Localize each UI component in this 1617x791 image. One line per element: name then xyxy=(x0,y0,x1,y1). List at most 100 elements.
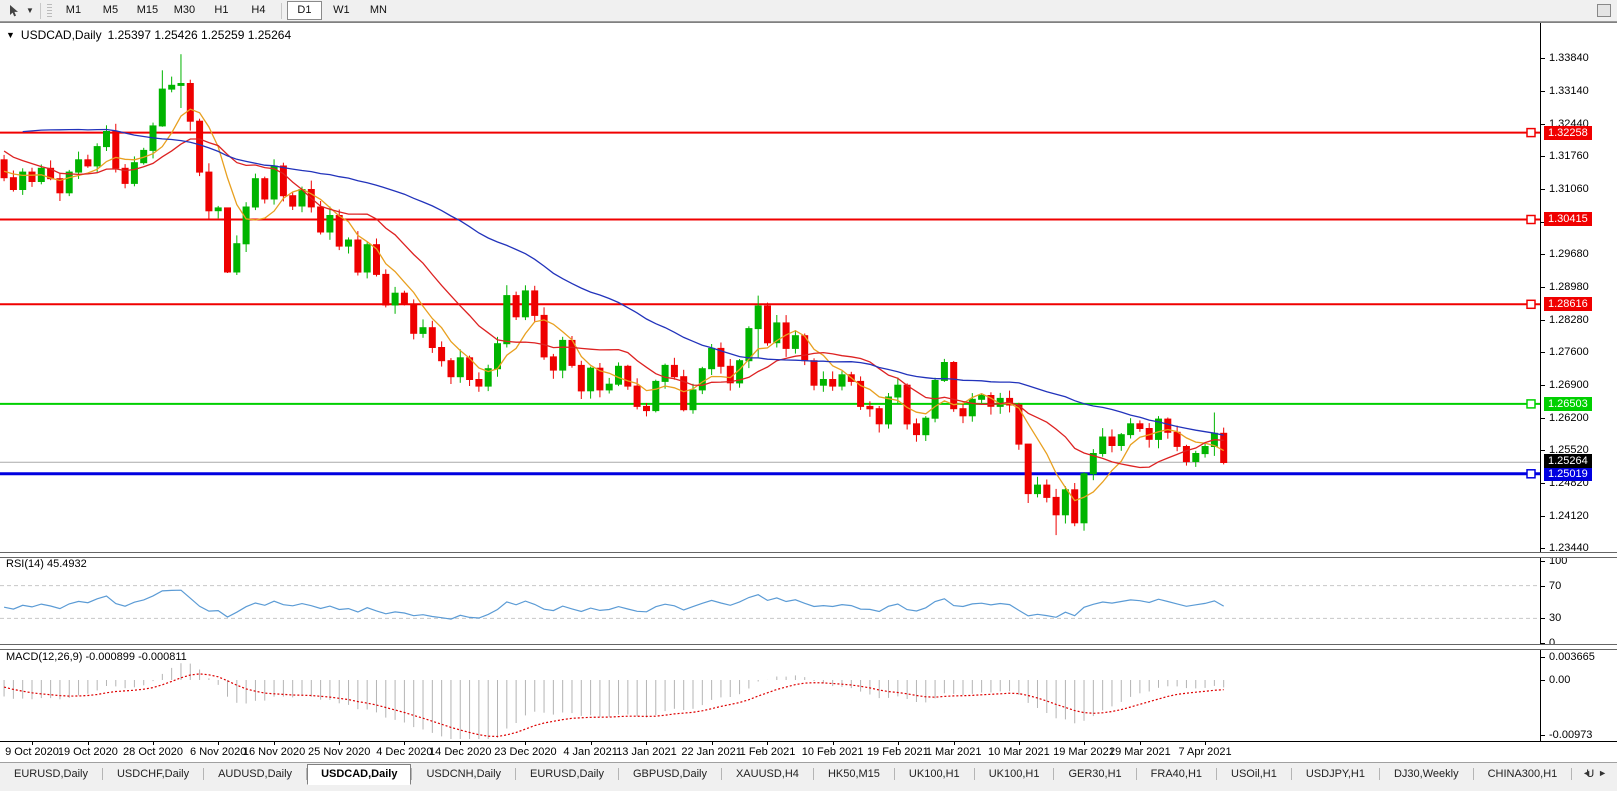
time-axis-tick xyxy=(460,742,462,745)
macd-panel-splitter[interactable] xyxy=(0,644,1617,650)
axis-tick-mark xyxy=(1541,680,1545,681)
axis-tick-mark xyxy=(1541,657,1545,659)
time-axis-tick xyxy=(153,742,155,745)
timeframe-buttons: M1 M5 M15 M30 H1 H4 D1 W1 MN xyxy=(55,1,397,20)
axis-tick-mark xyxy=(1541,254,1545,256)
chart-tab-uk100-h1[interactable]: UK100,H1 xyxy=(895,764,974,785)
cursor-tool-dropdown-icon[interactable]: ▼ xyxy=(26,6,34,15)
price-level-chip: 1.25264 xyxy=(1544,454,1592,469)
time-axis-tick xyxy=(832,742,834,745)
rsi-panel-splitter[interactable] xyxy=(0,552,1617,558)
rsi-indicator-label: RSI(14) 45.4932 xyxy=(6,558,87,570)
moving-average-line xyxy=(22,128,1224,436)
toolbar-grip-handle[interactable] xyxy=(46,3,52,18)
macd-indicator-label: MACD(12,26,9) -0.000899 -0.000811 xyxy=(6,651,187,663)
timeframe-button-m1[interactable]: M1 xyxy=(56,1,91,20)
chart-tab-dj30-weekly[interactable]: DJ30,Weekly xyxy=(1380,764,1473,785)
axis-tick-mark xyxy=(1541,516,1545,518)
time-axis-label: 6 Nov 2020 xyxy=(190,746,247,758)
price-axis-label: 1.33840 xyxy=(1549,52,1589,64)
hline-anchor xyxy=(1526,127,1536,138)
timeframe-button-d1[interactable]: D1 xyxy=(286,1,322,20)
time-axis-tick xyxy=(646,742,648,745)
chart-tab-audusd-daily[interactable]: AUDUSD,Daily xyxy=(204,764,306,785)
time-axis-tick xyxy=(218,742,220,745)
price-level-chip: 1.30415 xyxy=(1544,212,1592,227)
axis-tick-mark xyxy=(1541,58,1545,59)
axis-tick-mark xyxy=(1541,561,1545,562)
time-axis-tick xyxy=(32,742,33,745)
price-axis-label: 1.31760 xyxy=(1549,150,1589,163)
time-axis-tick xyxy=(590,742,592,745)
cursor-tool-icon[interactable] xyxy=(0,2,26,20)
price-axis-label: 1.26900 xyxy=(1549,379,1589,392)
time-axis-label: 23 Dec 2020 xyxy=(494,746,557,758)
time-axis-label: 22 Jan 2021 xyxy=(681,746,742,758)
chart-tab-xauusd-h4[interactable]: XAUUSD,H4 xyxy=(722,764,813,785)
price-axis[interactable]: 1.338401.331401.324401.317601.310601.303… xyxy=(1540,23,1617,741)
chart-tab-usdcad-daily[interactable]: USDCAD,Daily xyxy=(307,764,412,785)
chart-tab-usdcnh-daily[interactable]: USDCNH,Daily xyxy=(412,764,515,785)
axis-tick-mark xyxy=(1541,91,1545,92)
toolbar-corner-button[interactable] xyxy=(1597,4,1611,17)
chart-tab-fra40-h1[interactable]: FRA40,H1 xyxy=(1137,764,1216,785)
price-axis-label: 1.33140 xyxy=(1549,85,1589,97)
macd-axis-label: 0.003665 xyxy=(1549,651,1595,664)
hline-anchor xyxy=(1526,299,1536,310)
chart-tab-uk100-h1[interactable]: UK100,H1 xyxy=(975,764,1054,785)
chart-tab-usdjpy-h1[interactable]: USDJPY,H1 xyxy=(1292,764,1379,785)
timeframe-button-h4[interactable]: H4 xyxy=(241,1,276,20)
chart-tab-bar: EURUSD,Daily USDCHF,Daily AUDUSD,Daily USDC… xyxy=(0,762,1617,791)
price-chart-canvas[interactable] xyxy=(0,23,1540,741)
timeframe-button-m30[interactable]: M30 xyxy=(167,1,202,20)
axis-tick-mark xyxy=(1541,548,1545,550)
tab-scroll-left-icon[interactable]: ◄ xyxy=(1582,768,1591,778)
time-axis-label: 1 Mar 2021 xyxy=(925,746,982,758)
chart-tab-usdchf-daily[interactable]: USDCHF,Daily xyxy=(103,764,203,785)
time-axis-label: 19 Mar 2021 xyxy=(1053,746,1115,758)
chart-tab-hk50-m15[interactable]: HK50,M15 xyxy=(814,764,894,785)
symbol-dropdown-icon[interactable]: ▼ xyxy=(6,30,15,40)
time-axis-label: 1 Feb 2021 xyxy=(739,746,796,758)
price-axis-label: 1.26200 xyxy=(1549,412,1589,425)
axis-tick-mark xyxy=(1541,585,1545,587)
chart-tab-eurusd-daily[interactable]: EURUSD,Daily xyxy=(0,764,102,785)
axis-tick-mark xyxy=(1541,320,1545,322)
time-axis-tick xyxy=(274,742,276,745)
chart-tab-usoil-h1[interactable]: USOil,H1 xyxy=(1217,764,1291,785)
rsi-line xyxy=(3,589,1224,620)
axis-tick-mark xyxy=(1541,352,1545,354)
chart-tab-gbpusd-daily[interactable]: GBPUSD,Daily xyxy=(619,764,721,785)
time-axis-tick xyxy=(953,742,955,745)
chart-symbol-period: USDCAD,Daily xyxy=(20,28,102,42)
timeframe-button-m15[interactable]: M15 xyxy=(130,1,165,20)
time-axis-label: 19 Oct 2020 xyxy=(57,746,118,758)
axis-tick-mark xyxy=(1541,385,1545,387)
toolbar-separator xyxy=(39,2,41,19)
timeframe-button-m5[interactable]: M5 xyxy=(93,1,128,20)
time-axis-label: 19 Feb 2021 xyxy=(866,746,929,758)
hline-anchor xyxy=(1526,214,1536,225)
tab-scroll-right-icon[interactable]: ► xyxy=(1598,768,1607,778)
price-level-chip: 1.32258 xyxy=(1544,125,1592,140)
timeframe-button-h1[interactable]: H1 xyxy=(204,1,239,20)
time-axis-label: 25 Nov 2020 xyxy=(308,746,371,758)
axis-tick-mark xyxy=(1541,189,1545,191)
axis-tick-mark xyxy=(1541,483,1545,485)
axis-tick-mark xyxy=(1541,287,1545,289)
chart-tab-eurusd-daily[interactable]: EURUSD,Daily xyxy=(516,764,618,785)
price-axis-label: 1.28280 xyxy=(1549,314,1589,327)
macd-axis-label: 0.00 xyxy=(1549,674,1571,686)
axis-tick-mark xyxy=(1541,618,1545,620)
time-axis[interactable]: 9 Oct 2020 19 Oct 2020 28 Oct 2020 6 Nov 20… xyxy=(0,741,1617,763)
chart-window: ▼ USDCAD,Daily 1.25397 1.25426 1.25259 1… xyxy=(0,22,1617,791)
timeframe-button-w1[interactable]: W1 xyxy=(324,1,359,20)
time-axis-label: 29 Mar 2021 xyxy=(1108,746,1171,758)
time-axis-tick xyxy=(404,742,406,745)
chart-tab-china300-h1[interactable]: CHINA300,H1 xyxy=(1474,764,1572,785)
chart-ohlc-values: 1.25397 1.25426 1.25259 1.25264 xyxy=(107,28,292,42)
moving-average-line xyxy=(3,138,1224,469)
timeframe-button-mn[interactable]: MN xyxy=(361,1,396,20)
chart-tab-ger30-h1[interactable]: GER30,H1 xyxy=(1054,764,1135,785)
macd-signal-line xyxy=(3,673,1224,738)
